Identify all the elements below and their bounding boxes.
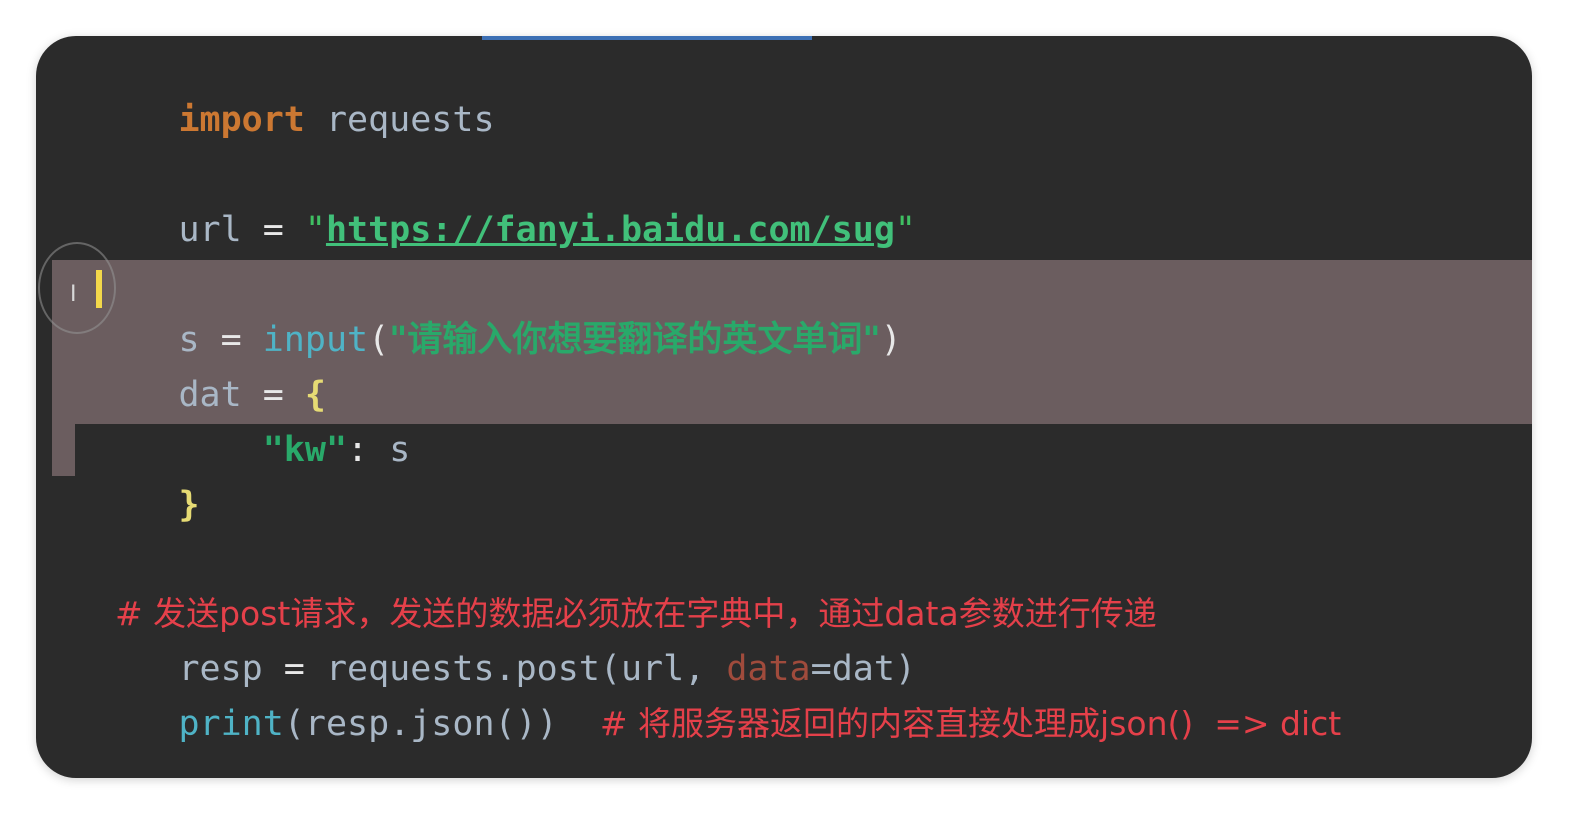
ibeam-cursor-icon: I [70,282,77,307]
text-caret [96,270,102,308]
code-line-7[interactable]: # 发送post请求，发送的数据必须放在字典中，通过data参数进行传递 [52,536,1157,633]
print-args: (resp.json()) [283,704,558,744]
mouse-highlight-ring-icon [38,242,116,334]
assign-operator: = [241,210,305,250]
variable-url: url [178,210,242,250]
paren-close: ) [880,320,902,360]
import-keyword: import [178,100,305,140]
code-line-2[interactable]: url = "https://fanyi.baidu.com/sug" [52,152,916,250]
dict-value-s: s [389,430,411,470]
inline-comment: # 将服务器返回的内容直接处理成json() => dict [599,704,1342,743]
string-quote-close: " [894,210,916,250]
colon: : [347,430,390,470]
code-line-3[interactable]: s = input("请输入你想要翻译的英文单词") [52,262,901,360]
code-line-5[interactable]: "kw": s [52,372,411,470]
dict-key-kw: "kw" [262,430,348,470]
code-line-9[interactable]: print(resp.json()) # 将服务器返回的内容直接处理成json(… [52,646,1341,744]
brace-close: } [178,485,200,525]
code-line-1[interactable]: import requests [52,42,494,140]
string-quote-open: " [304,210,326,250]
code-line-8[interactable]: resp = requests.post(url, data=dat) [52,591,916,689]
prompt-string: "请输入你想要翻译的英文单词" [389,320,881,360]
print-function: print [178,704,284,744]
code-area[interactable]: import requests url = "https://fanyi.bai… [36,36,1532,778]
paren-open: ( [368,320,390,360]
code-editor-window: import requests url = "https://fanyi.bai… [36,36,1532,778]
module-name: requests [325,100,495,140]
url-link[interactable]: https://fanyi.baidu.com/sug [326,210,895,250]
code-line-6[interactable]: } [52,427,199,525]
